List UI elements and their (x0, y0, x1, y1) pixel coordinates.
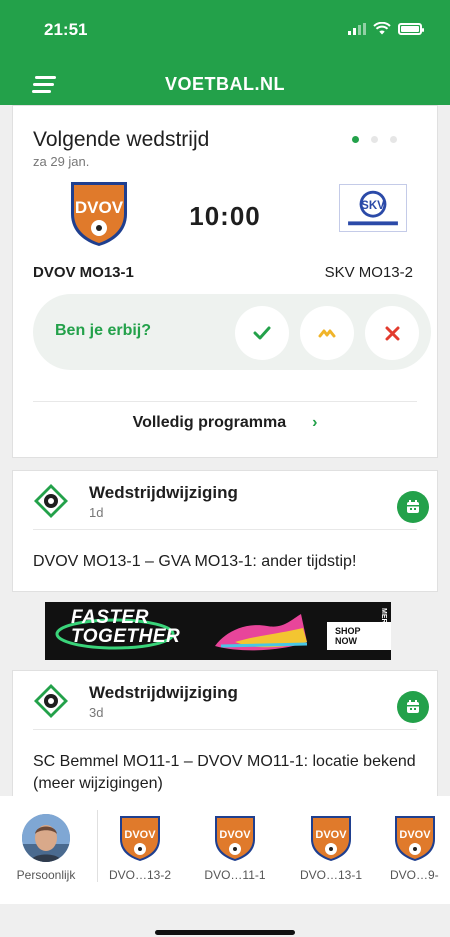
wifi-icon (373, 22, 391, 35)
crest-text: DVOV (219, 829, 251, 841)
full-program-link[interactable]: Volledig programma › (13, 414, 437, 432)
pager-dot-active[interactable] (352, 136, 359, 143)
home-team-name: DVOV MO13-1 (33, 264, 134, 281)
divider (33, 529, 417, 530)
team-crest-icon: DVOV (395, 816, 435, 861)
crest-text: DVOV (315, 829, 347, 841)
attendance-question: Ben je erbij? (55, 322, 152, 339)
checkmark-icon (253, 326, 271, 340)
news-text: SC Bemmel MO11-1 – DVOV MO11-1: locatie … (33, 753, 416, 792)
chevron-right-icon: › (312, 414, 318, 431)
team-item-personal[interactable]: Persoonlijk (0, 814, 92, 882)
away-team-name: SKV MO13-2 (324, 264, 413, 281)
team-item[interactable]: DVOV DVO…13-2 (94, 814, 186, 882)
cellular-signal-icon (348, 22, 366, 35)
news-text: DVOV MO13-1 – GVA MO13-1: ander tijdstip… (33, 553, 357, 570)
attend-yes-button[interactable] (235, 306, 289, 360)
football-news-icon (34, 684, 68, 718)
carousel-pager[interactable] (352, 136, 397, 143)
app-header: 21:51 VOETBAL.NL (0, 0, 450, 105)
football-news-icon (34, 484, 68, 518)
news-age: 3d (89, 705, 104, 720)
attend-no-button[interactable] (365, 306, 419, 360)
pager-dot[interactable] (371, 136, 378, 143)
team-crest-icon: DVOV (120, 816, 160, 861)
team-item[interactable]: DVOV DVO…11-1 (189, 814, 281, 882)
cross-icon (385, 326, 399, 340)
team-crest-icon: DVOV (311, 816, 351, 861)
home-indicator[interactable] (155, 930, 295, 935)
next-match-card: Volgende wedstrijd za 29 jan. DVOV 10:00… (12, 105, 438, 458)
divider (33, 729, 417, 730)
app-title: VOETBAL.NL (165, 74, 285, 94)
status-icons (348, 22, 424, 35)
advertisement-banner[interactable]: FASTER TOGETHER SHOP NOW MERCURIAL (45, 602, 391, 660)
battery-icon (398, 22, 424, 35)
full-program-label: Volledig programma (132, 414, 287, 431)
away-logo-text: SKV (361, 200, 385, 212)
next-match-date: za 29 jan. (33, 154, 90, 169)
ad-headline-line-2: TOGETHER (71, 626, 181, 647)
next-match-title: Volgende wedstrijd (33, 128, 210, 151)
ad-headline-line-1: FASTER (71, 607, 149, 628)
news-title: Wedstrijdwijziging (89, 483, 238, 502)
team-label: DVO…11-1 (204, 868, 266, 882)
ad-brand: MERCURIAL (380, 608, 387, 650)
avatar (22, 814, 70, 862)
away-team-logo: SKV (339, 184, 407, 232)
ad-headline: FASTER TOGETHER (71, 608, 180, 646)
attendance-panel: Ben je erbij? (33, 294, 431, 370)
status-time: 21:51 (44, 20, 88, 39)
team-crest-icon: DVOV (215, 816, 255, 861)
attend-maybe-button[interactable] (300, 306, 354, 360)
team-label: DVO…13-2 (108, 868, 172, 882)
team-label: Persoonlijk (16, 868, 76, 882)
team-selector-bar: Persoonlijk DVOV DVO…13-2 DVOV DVO…11-1 … (0, 796, 450, 904)
pager-dot[interactable] (390, 136, 397, 143)
maybe-icon (318, 329, 336, 338)
team-item[interactable]: DVOV DVO…13-1 (285, 814, 377, 882)
news-card[interactable]: Wedstrijdwijziging 3d SC Bemmel MO11-1 –… (12, 670, 438, 796)
team-label: DVO…9- (390, 868, 439, 882)
crest-text: DVOV (399, 829, 431, 841)
news-title: Wedstrijdwijziging (89, 683, 238, 702)
calendar-icon (397, 491, 429, 523)
team-label: DVO…13-1 (299, 868, 363, 882)
team-item[interactable]: DVOV DVO…9- (380, 814, 450, 882)
crest-text: DVOV (124, 829, 156, 841)
news-age: 1d (89, 505, 104, 520)
news-card[interactable]: Wedstrijdwijziging 1d DVOV MO13-1 – GVA … (12, 470, 438, 592)
calendar-icon (397, 691, 429, 723)
divider (33, 401, 417, 402)
